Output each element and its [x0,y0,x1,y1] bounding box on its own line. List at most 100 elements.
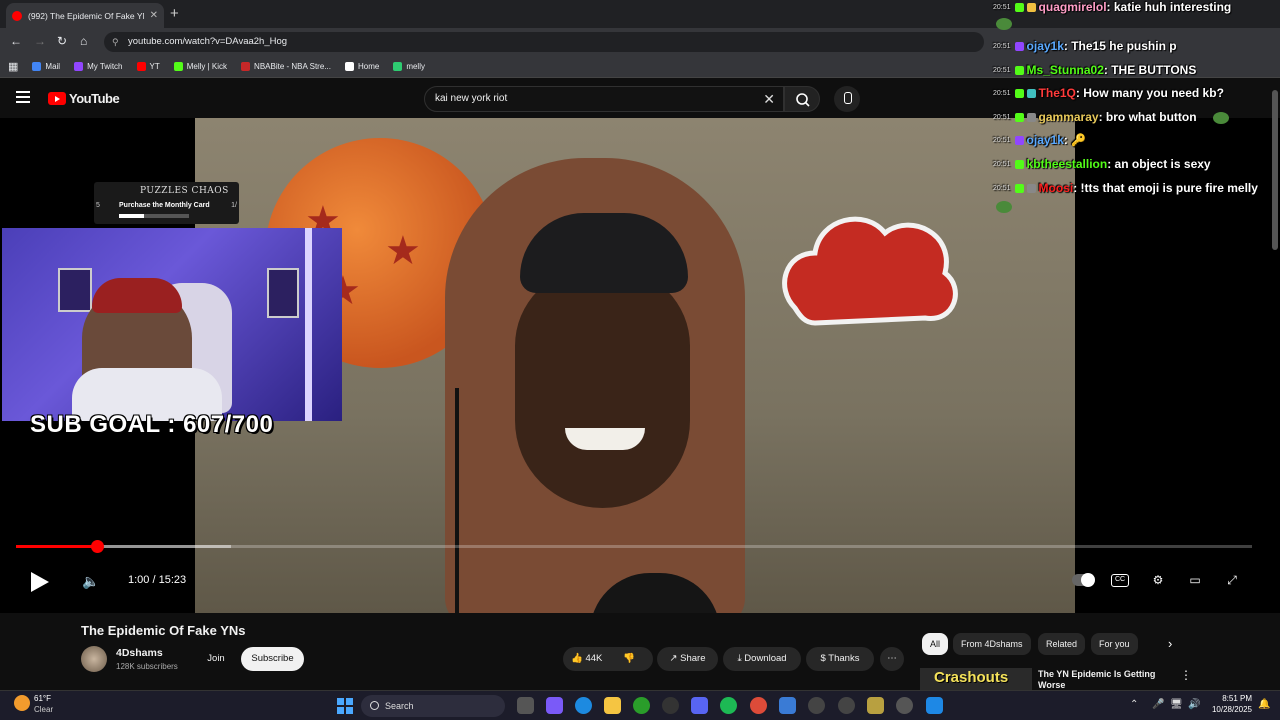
bookmark-label: YT [149,62,160,71]
scrollbar[interactable] [1272,90,1278,250]
captions-icon[interactable]: CC [1111,574,1129,587]
windows-start-icon[interactable] [337,698,353,714]
facebook-icon[interactable] [926,697,943,714]
chat-message: 20:51 quagmirelol: katie huh interesting [993,0,1231,14]
chip-from-channel[interactable]: From 4Dshams [953,633,1031,655]
chevron-right-icon[interactable]: › [1168,636,1172,651]
more-actions-icon[interactable]: ⋯ [880,647,904,671]
settings-app-icon[interactable] [896,697,913,714]
steam-icon[interactable] [662,697,679,714]
download-button[interactable]: ⤓ Download [723,647,801,671]
volume-icon[interactable]: 🔈 [82,573,99,590]
browser-tab[interactable]: (992) The Epidemic Of Fake YNs ✕ [6,3,164,28]
xbox-icon[interactable] [633,697,650,714]
share-button[interactable]: ↗ Share [657,647,718,671]
bookmark-label: Mail [45,62,61,71]
chat-username: ojay1k [1026,39,1064,53]
x-logo-icon [344,62,354,71]
spotify-icon[interactable] [720,697,737,714]
bookmark-mail[interactable]: Mail [32,62,60,71]
edge-icon[interactable] [575,697,592,714]
close-tab-icon[interactable]: ✕ [150,10,158,21]
copilot-icon[interactable] [546,697,563,714]
scrubber-handle[interactable] [91,540,105,553]
tray-chevron-icon[interactable]: ⌃ [1130,699,1138,710]
recommended-title[interactable]: The YN Epidemic Is Getting Worse [1038,669,1168,689]
bookmark-my-twitch[interactable]: My Twitch [74,62,123,71]
network-icon[interactable]: 🖥 [1170,699,1183,710]
chat-text: : THE BUTTONS [1103,63,1197,77]
chat-username: Ms_Stunna02 [1026,63,1104,77]
subscribe-button[interactable]: Subscribe [241,647,304,671]
obs-icon[interactable] [867,697,884,714]
chat-time: 20:51 [993,137,1011,145]
like-button[interactable]: 👍 44K [571,653,602,664]
weather-icon[interactable] [14,695,30,711]
channel-name[interactable]: 4Dshams [116,647,163,659]
channel-avatar[interactable] [81,646,107,672]
file-explorer-icon[interactable] [604,697,621,714]
webcam-overlay [2,228,342,421]
fullscreen-icon[interactable]: ⤢ [1222,570,1242,590]
crown-badge-icon [1026,3,1036,13]
subscriber-count: 128K subscribers [116,662,178,671]
back-icon[interactable]: ← [10,34,22,48]
bookmark-melly[interactable]: melly [393,62,425,71]
app-icon[interactable] [838,697,855,714]
home-icon[interactable]: ⌂ [80,34,87,48]
mic-tray-icon[interactable]: 🎤 [1152,699,1164,710]
recommended-thumbnail[interactable]: Crashouts [920,668,1032,692]
chip-for-you[interactable]: For you [1091,633,1138,655]
bookmark-yt[interactable]: YT [136,62,160,71]
chat-time: 20:51 [993,185,1011,193]
search-button[interactable] [784,86,820,112]
theater-mode-icon[interactable]: ▭ [1185,570,1205,590]
site-info-icon[interactable]: ⚲ [112,32,119,52]
notification-icon[interactable]: 🔔 [1258,699,1270,710]
media-player-icon[interactable] [808,697,825,714]
progress-bar[interactable] [16,540,1252,553]
voice-search-button[interactable] [834,86,860,112]
join-button[interactable]: Join [198,647,234,671]
chat-username: ojay1k [1026,133,1064,147]
clear-search-icon[interactable]: ✕ [763,87,775,111]
youtube-play-icon [48,92,66,105]
volume-tray-icon[interactable]: 🔊 [1188,699,1200,710]
chat-time: 20:51 [993,161,1011,169]
bookmark-melly-kick[interactable]: Melly | Kick [173,62,227,71]
chip-related[interactable]: Related [1038,633,1086,655]
puzzles-text: Purchase the Monthly Card [119,202,210,209]
photos-icon[interactable] [779,697,796,714]
forward-icon[interactable]: → [34,34,46,48]
taskbar-time[interactable]: 8:51 PM [1210,694,1252,703]
thanks-button[interactable]: $ Thanks [806,647,874,671]
chat-text: : an object is sexy [1107,157,1211,171]
search-input[interactable]: kai new york riot ✕ [424,86,784,112]
apps-icon[interactable]: ▦ [8,60,18,73]
youtube-icon [136,62,146,71]
dislike-icon[interactable]: 👎 [623,647,635,671]
play-button[interactable] [31,572,49,592]
taskbar-search[interactable]: Search [361,695,505,717]
autoplay-toggle[interactable] [1072,573,1095,587]
user-badge-icon [1026,184,1036,194]
taskbar-date[interactable]: 10/28/2025 [1200,705,1252,714]
more-options-icon[interactable]: ⋮ [1180,668,1192,682]
bookmark-home[interactable]: Home [344,62,379,71]
youtube-logo[interactable]: YouTube [48,91,120,106]
store-icon[interactable] [691,697,708,714]
chat-username: kbtheestallion [1026,157,1108,171]
chrome-icon[interactable] [750,697,767,714]
chip-all[interactable]: All [922,633,949,655]
address-bar[interactable]: ⚲ youtube.com/watch?v=DAvaa2h_Hog [104,32,984,52]
puzzles-page: 1/ [231,202,237,209]
chat-username: The1Q [1038,86,1076,100]
new-tab-icon[interactable]: + [170,5,179,22]
reload-icon[interactable]: ↻ [57,34,67,48]
settings-gear-icon[interactable]: ⚙ [1148,570,1168,590]
menu-icon[interactable] [16,91,30,103]
task-view-icon[interactable] [517,697,534,714]
emote-icon: 🔑 [1071,133,1087,147]
weather-condition: Clear [34,705,54,714]
bookmark-nbabite[interactable]: NBABite - NBA Stre... [241,62,331,71]
